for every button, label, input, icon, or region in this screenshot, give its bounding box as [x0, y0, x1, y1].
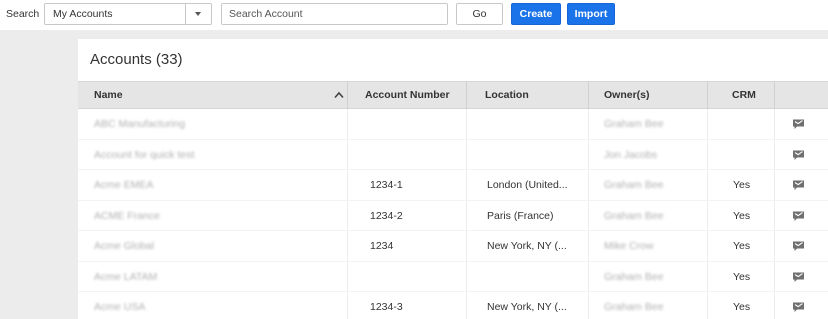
- message-icon[interactable]: [792, 118, 805, 130]
- column-divider: [588, 82, 589, 109]
- table-header: Name Account Number Location Owner(s) CR…: [78, 81, 828, 109]
- table-row[interactable]: ACME France 1234-2 Paris (France) Graham Be…: [78, 201, 828, 231]
- cell-owners: Graham Bee: [604, 118, 664, 130]
- column-divider: [707, 82, 708, 109]
- chevron-up-icon[interactable]: [334, 91, 344, 99]
- import-button[interactable]: Import: [567, 3, 615, 25]
- cell-account-number: 1234-3: [370, 301, 403, 313]
- cell-location: New York, NY (...: [487, 240, 567, 252]
- column-header-name[interactable]: Name: [94, 82, 344, 109]
- go-button[interactable]: Go: [456, 3, 503, 25]
- message-icon[interactable]: [792, 179, 805, 191]
- column-divider: [466, 82, 467, 109]
- cell-account-name[interactable]: Acme USA: [94, 292, 145, 319]
- cell-account-name[interactable]: Acme LATAM: [94, 262, 157, 292]
- cell-account-name[interactable]: Acme EMEA: [94, 170, 154, 200]
- cell-account-number: 1234-1: [370, 179, 403, 191]
- column-divider: [774, 82, 775, 109]
- select-divider: [185, 4, 186, 24]
- cell-crm: Yes: [733, 270, 751, 283]
- message-icon[interactable]: [792, 149, 805, 161]
- cell-account-name[interactable]: ACME France: [94, 201, 160, 231]
- cell-account-name[interactable]: Acme Global: [94, 231, 154, 261]
- search-toolbar: Search My Accounts Go Create Import: [0, 0, 828, 30]
- message-icon[interactable]: [792, 240, 805, 252]
- column-header-crm[interactable]: CRM: [732, 82, 756, 109]
- cell-location: Paris (France): [487, 209, 554, 222]
- message-icon[interactable]: [792, 210, 805, 222]
- cell-crm: Yes: [733, 209, 751, 222]
- page-title: Accounts (33): [90, 51, 183, 68]
- account-filter-select[interactable]: My Accounts: [44, 3, 212, 25]
- cell-owners: Graham Bee: [604, 179, 664, 191]
- message-icon[interactable]: [792, 271, 805, 283]
- cell-account-name[interactable]: ABC Manufacturing: [94, 109, 185, 139]
- accounts-table-body: ABC Manufacturing Graham Bee Account for q…: [78, 109, 828, 319]
- cell-account-number: 1234: [370, 240, 394, 252]
- table-row[interactable]: Acme LATAM Graham Bee Yes: [78, 262, 828, 292]
- column-header-account-number[interactable]: Account Number: [365, 82, 450, 109]
- table-row[interactable]: Acme EMEA 1234-1 London (United... Graham B…: [78, 170, 828, 201]
- accounts-panel: Accounts (33) Name Account Number Locati…: [78, 39, 828, 319]
- table-row[interactable]: Acme USA 1234-3 New York, NY (... Graham Be…: [78, 292, 828, 319]
- cell-account-number: 1234-2: [370, 209, 403, 222]
- table-row[interactable]: ABC Manufacturing Graham Bee: [78, 109, 828, 140]
- column-header-name-label: Name: [94, 89, 123, 101]
- column-header-location[interactable]: Location: [485, 82, 529, 109]
- cell-account-name[interactable]: Account for quick test: [94, 140, 194, 170]
- chevron-down-icon[interactable]: [195, 12, 201, 16]
- cell-crm: Yes: [733, 179, 751, 191]
- cell-crm: Yes: [733, 240, 751, 252]
- message-icon[interactable]: [792, 301, 805, 313]
- search-label: Search: [6, 8, 40, 20]
- column-divider: [347, 82, 348, 109]
- cell-owners: Graham Bee: [604, 301, 664, 313]
- cell-owners: Graham Bee: [604, 209, 664, 222]
- cell-owners: Jon Jacobs: [604, 148, 658, 161]
- cell-location: London (United...: [487, 179, 568, 191]
- create-button[interactable]: Create: [511, 3, 561, 25]
- account-filter-value: My Accounts: [53, 8, 113, 20]
- cell-location: New York, NY (...: [487, 301, 567, 313]
- table-row[interactable]: Account for quick test Jon Jacobs: [78, 140, 828, 170]
- cell-crm: Yes: [733, 301, 751, 313]
- search-account-input[interactable]: [221, 3, 448, 25]
- column-header-owners[interactable]: Owner(s): [604, 82, 650, 109]
- cell-owners: Graham Bee: [604, 270, 664, 283]
- table-row[interactable]: Acme Global 1234 New York, NY (... Mike Cro…: [78, 231, 828, 262]
- cell-owners: Mike Crow: [604, 240, 654, 252]
